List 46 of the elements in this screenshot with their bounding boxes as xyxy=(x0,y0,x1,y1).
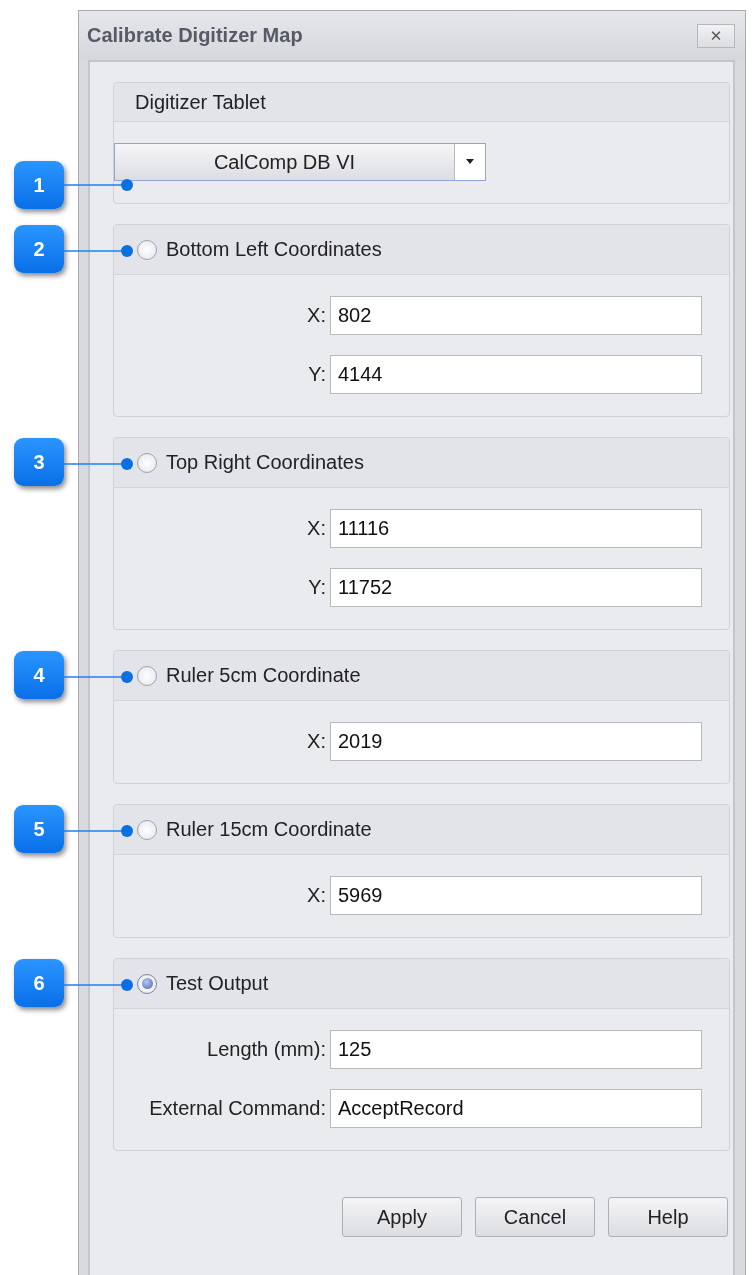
group-title: Ruler 15cm Coordinate xyxy=(166,818,372,841)
close-button[interactable]: ✕ xyxy=(697,23,735,48)
input-field[interactable]: 4144 xyxy=(330,355,702,394)
dialog-button[interactable]: Cancel xyxy=(475,1197,595,1237)
callout-badge: 2 xyxy=(14,225,64,273)
leader-line xyxy=(64,178,134,192)
input-field[interactable]: 2019 xyxy=(330,722,702,761)
radio-button[interactable] xyxy=(137,452,157,473)
field-label: X: xyxy=(306,884,327,907)
callout-badge: 5 xyxy=(14,805,64,853)
leader-line xyxy=(64,824,134,838)
field-label: Length (mm): xyxy=(206,1038,327,1061)
leader-line xyxy=(64,670,134,684)
group-title: Digitizer Tablet xyxy=(135,90,266,114)
radio-button[interactable] xyxy=(137,819,157,840)
input-field[interactable]: 125 xyxy=(330,1030,702,1069)
field-label: X: xyxy=(306,730,327,753)
callout-badge: 1 xyxy=(14,161,64,209)
field-label: Y: xyxy=(307,363,327,386)
group-title: Test Output xyxy=(166,972,269,995)
window-title: Calibrate Digitizer Map xyxy=(87,24,303,47)
radio-button[interactable] xyxy=(137,239,157,260)
radio-button[interactable] xyxy=(137,973,157,994)
input-field[interactable]: AcceptRecord xyxy=(330,1089,702,1128)
callout-badge: 4 xyxy=(14,651,64,699)
group-title: Top Right Coordinates xyxy=(166,451,364,474)
radio-button[interactable] xyxy=(137,665,157,686)
leader-line xyxy=(64,244,134,258)
dialog-button[interactable]: Help xyxy=(608,1197,728,1237)
input-field[interactable]: 11752 xyxy=(330,568,702,607)
field-label: Y: xyxy=(307,576,327,599)
input-field[interactable]: 11116 xyxy=(330,509,702,548)
leader-line xyxy=(64,978,134,992)
group-title: Ruler 5cm Coordinate xyxy=(166,664,361,687)
group-title: Bottom Left Coordinates xyxy=(166,238,382,261)
dropdown[interactable]: CalComp DB VI xyxy=(114,143,486,181)
field-label: X: xyxy=(306,304,327,327)
input-field[interactable]: 5969 xyxy=(330,876,702,915)
field-label: External Command: xyxy=(148,1097,327,1120)
dialog-button[interactable]: Apply xyxy=(342,1197,462,1237)
callout-badge: 6 xyxy=(14,959,64,1007)
input-field[interactable]: 802 xyxy=(330,296,702,335)
caret-icon xyxy=(465,159,475,165)
leader-line xyxy=(64,457,134,471)
field-label: X: xyxy=(306,517,327,540)
callout-badge: 3 xyxy=(14,438,64,486)
